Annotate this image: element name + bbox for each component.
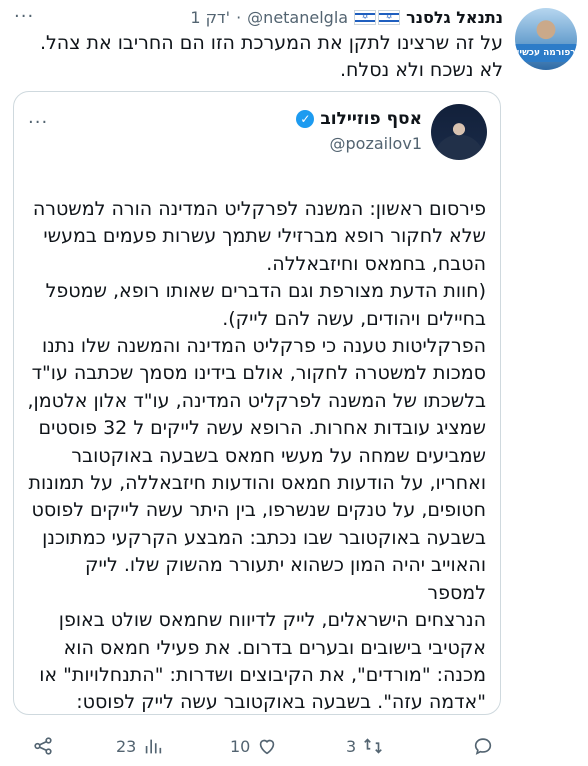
quoted-text-line: מכנה: "מורדים", את הקיבוצים ושדרות: "התנ… xyxy=(39,663,486,686)
share-icon xyxy=(34,737,52,755)
quoted-text-line: בחיילים ויהודים, עשה להם לייק). xyxy=(222,307,486,330)
tweet-text-line: לא נשכח ולא נסלח. xyxy=(339,59,503,81)
israel-flag-icon: ✡ xyxy=(378,9,401,25)
quoted-text-line: בשבעה באוקטובר שבו נכתב: המבצע הקרקעי כמ… xyxy=(42,526,486,549)
author-flags: ✡ ✡ xyxy=(354,9,401,25)
share-button[interactable] xyxy=(32,728,54,764)
quoted-author-header: אסף פוזיילוב ✓ xyxy=(296,109,422,129)
quoted-author-name[interactable]: אסף פוזיילוב xyxy=(320,109,422,129)
retweet-button[interactable]: 3 xyxy=(346,728,384,764)
views-button[interactable]: 23 xyxy=(116,728,164,764)
retweet-count: 3 xyxy=(346,736,357,756)
views-count: 23 xyxy=(116,736,137,756)
quoted-author-handle[interactable]: @pozailov1 xyxy=(330,134,422,153)
like-count: 10 xyxy=(230,736,251,756)
quoted-text-line: ואחריו, על הודעות חמאס והודעות חיזבאללה,… xyxy=(28,472,486,495)
quoted-text-line: סמכות למשטרה לחקור, אולם בידינו מסמך שכת… xyxy=(31,362,486,385)
quoted-tweet[interactable]: אסף פוזיילוב ✓ @pozailov1 ··· פירסום ראש… xyxy=(13,91,501,715)
quoted-tweet-text: פירסום ראשון: המשנה לפרקליט המדינה הורה … xyxy=(26,196,487,714)
quoted-more-options-icon[interactable]: ··· xyxy=(28,112,48,133)
quoted-text-line: הטבח, בחמאס וחיזבאללה. xyxy=(266,252,486,275)
more-options-icon[interactable]: ··· xyxy=(14,6,34,27)
author-handle[interactable]: @netanelgla xyxy=(247,8,348,27)
author-avatar[interactable]: רפורמה עכשיו xyxy=(515,8,577,70)
reply-button[interactable] xyxy=(472,728,494,764)
tweet-text: על זה שרצינו לתקן את המערכת הזו הם החריב… xyxy=(23,30,503,84)
quoted-text-line: חטופים, על טנקים שנשרפו, בין היתר עשה לי… xyxy=(31,499,486,522)
tweet[interactable]: רפורמה עכשיו נתנאל גלסנר ✡ ✡ @netanelgla… xyxy=(0,0,588,766)
quoted-text-line: שמביעים שמחה על מעשי חמאס בשבעה באוקטובר xyxy=(71,444,486,467)
separator-dot: · xyxy=(236,7,242,27)
quoted-text-line: בלשכתו של המשנה לפרקליט המדינה, עו"ד אלו… xyxy=(27,389,486,412)
quoted-text-line: "אדמה עזה". בשבעה באוקטובר עשה לייק לפוס… xyxy=(76,691,486,714)
israel-flag-icon: ✡ xyxy=(354,9,377,25)
post-time[interactable]: 1 דק' xyxy=(190,8,230,27)
avatar-caption: רפורמה עכשיו xyxy=(515,44,577,62)
quoted-text-line: פירסום ראשון: המשנה לפרקליט המדינה הורה … xyxy=(32,198,486,220)
quoted-text-line: הפרקליטות טענה כי פרקליט המדינה והמשנה ש… xyxy=(41,335,486,358)
quoted-text-line: והאוייב יהיה המון כשהוא יתעורר מהשוק שלו… xyxy=(85,554,486,604)
quoted-text-line: הנרצחים הישראלים, לייק לדיווח שחמאס שולט… xyxy=(58,609,486,632)
quoted-text-line: (חוות הדעת מצורפת וגם הדברים שאותו רופא,… xyxy=(45,280,486,303)
tweet-header: נתנאל גלסנר ✡ ✡ @netanelgla · 1 דק' xyxy=(190,6,503,28)
quoted-text-line: שמציג עובדות אחרות. הרופא עשה לייקים ל 3… xyxy=(38,417,487,440)
quoted-text-line: אקטיבי בישובים ובערים בדרום. את פעילי חמ… xyxy=(63,636,486,659)
quoted-author-avatar[interactable] xyxy=(431,104,487,160)
heart-icon xyxy=(260,739,275,755)
retweet-icon xyxy=(364,738,383,754)
reply-icon xyxy=(474,738,492,755)
author-name[interactable]: נתנאל גלסנר xyxy=(406,8,503,27)
action-bar: 3 10 23 xyxy=(0,728,588,764)
quoted-text-line: שלא לחקור רופא מברזילי שתמך עשרות פעמים … xyxy=(43,225,486,248)
like-button[interactable]: 10 xyxy=(230,728,278,764)
views-chart-icon xyxy=(146,739,162,754)
tweet-text-line: על זה שרצינו לתקן את המערכת הזו הם החריב… xyxy=(39,32,503,54)
verified-badge-icon: ✓ xyxy=(296,110,315,128)
